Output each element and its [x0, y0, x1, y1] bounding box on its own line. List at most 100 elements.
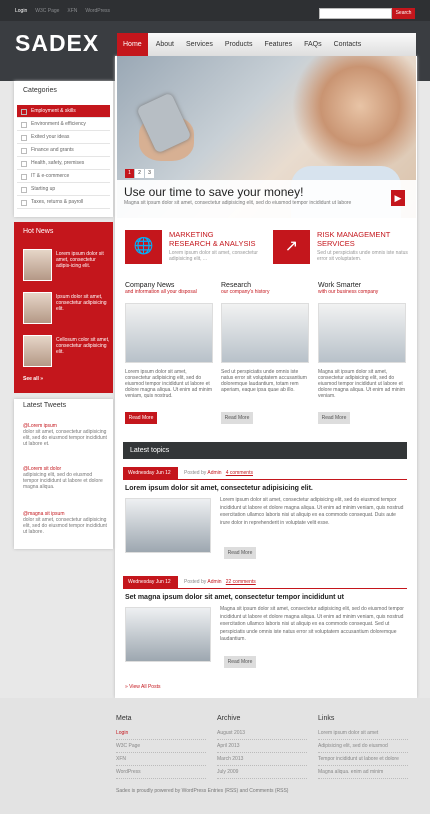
column-title[interactable]: Work Smarter [318, 282, 406, 289]
slider-page-3[interactable]: 3 [145, 169, 154, 178]
banner-marketing[interactable]: 🌐 MARKETING RESEARCH & ANALYSIS Lorem ip… [125, 230, 265, 264]
nav-about[interactable]: About [150, 41, 180, 48]
column-image[interactable] [125, 303, 213, 363]
category-item[interactable]: Environment & efficiency [17, 118, 110, 131]
post-meta: Posted by Admin 22 comments [184, 579, 256, 585]
hot-news-thumb[interactable] [23, 249, 52, 281]
top-link-wordpress[interactable]: WordPress [85, 8, 110, 14]
post-image[interactable] [125, 498, 211, 553]
chart-up-icon: ↗ [273, 230, 310, 264]
post-title[interactable]: Set magna ipsum dolor sit amet, consecte… [125, 594, 344, 601]
slider-next-arrow-icon[interactable]: ▶ [391, 190, 405, 206]
column-research: Research our company's history Sed ut pe… [221, 282, 309, 424]
hot-news-text[interactable]: Ipsum dolor sit amet, consectetur adipis… [56, 294, 111, 312]
footer-link[interactable]: Login [116, 727, 206, 740]
category-item[interactable]: Employment & skills [17, 105, 110, 118]
top-link-w3c[interactable]: W3C Page [35, 8, 59, 14]
read-more-button[interactable]: Read More [224, 547, 256, 559]
hot-news-thumb[interactable] [23, 335, 52, 367]
footer-links-title: Links [318, 715, 335, 722]
globe-icon: 🌐 [125, 230, 162, 264]
footer-link[interactable]: August 2013 [217, 727, 307, 740]
logo[interactable]: SADEX [15, 30, 99, 57]
column-text: Magna sit ipsum dolor sit amet, consecte… [318, 369, 405, 399]
column-image[interactable] [318, 303, 406, 363]
banner-risk[interactable]: ↗ RISK MANAGEMENT SERVICES Sed ut perspi… [273, 230, 413, 264]
read-more-button[interactable]: Read More [125, 412, 157, 424]
top-links: Login W3C Page XFN WordPress [15, 8, 110, 14]
view-all-posts-link[interactable]: » View All Posts [125, 684, 160, 690]
column-text: Lorem ipsum dolor sit amet, consectetur … [125, 369, 212, 399]
banner-title[interactable]: MARKETING RESEARCH & ANALYSIS [169, 230, 256, 248]
footer-link[interactable]: XFN [116, 753, 206, 766]
column-image[interactable] [221, 303, 309, 363]
category-item[interactable]: Health, safety, premises [17, 157, 110, 170]
tweet-item: @Lorem ipsum dolor sit amet, consectetur… [23, 423, 109, 447]
search-button[interactable]: Search [392, 8, 415, 19]
tweet-text: adipisicing elit, sed do eiusmod tempor … [23, 472, 103, 490]
hot-news-text[interactable]: Cellosum color sit amet, consectetur adi… [56, 337, 111, 355]
column-title[interactable]: Company News [125, 282, 213, 289]
top-link-xfn[interactable]: XFN [67, 8, 77, 14]
top-link-login[interactable]: Login [15, 8, 27, 14]
slider-page-1[interactable]: 1 [125, 169, 134, 178]
post-meta: Posted by Admin 4 comments [184, 470, 253, 476]
category-item[interactable]: Taxes, returns & payroll [17, 196, 110, 209]
post-author[interactable]: Admin [207, 470, 221, 476]
footer-link[interactable]: April 2013 [217, 740, 307, 753]
read-more-button[interactable]: Read More [318, 412, 350, 424]
column-text: Sed ut perspiciatis unde omnis iste natu… [221, 369, 307, 393]
footer-meta-title: Meta [116, 715, 132, 722]
hot-news-title: Hot News [23, 228, 54, 235]
read-more-button[interactable]: Read More [224, 656, 256, 668]
post-image[interactable] [125, 607, 211, 662]
hot-news-item[interactable]: Ipsum dolor sit amet, consectetur adipis… [23, 292, 111, 324]
footer-archive: Archive August 2013 April 2013 March 201… [217, 715, 307, 779]
column-title[interactable]: Research [221, 282, 309, 289]
banner-text: Lorem ipsum dolor sit amet, consectetur … [169, 250, 258, 262]
category-item[interactable]: Finance and grants [17, 144, 110, 157]
hot-news-see-all-link[interactable]: See all » [23, 376, 43, 382]
tweet-text: dolor sit amet, consectetur adipisicing … [23, 429, 107, 447]
footer-link[interactable]: WordPress [116, 766, 206, 779]
footer-link[interactable]: W3C Page [116, 740, 206, 753]
latest-topics-header: Latest topics [123, 442, 407, 459]
post-title[interactable]: Lorem ipsum dolor sit amet, consectetur … [125, 485, 313, 492]
hot-news-thumb[interactable] [23, 292, 52, 324]
column-work-smarter: Work Smarter with our business company M… [318, 282, 406, 424]
hot-news-box: Hot News Lorem ipsum dolor sit amet, con… [14, 222, 113, 393]
nav-faqs[interactable]: FAQs [298, 41, 328, 48]
slider-pagination: 1 2 3 [125, 169, 155, 178]
hot-news-text[interactable]: Lorem ipsum dolor sit amet, consectetur … [56, 251, 111, 269]
slider-page-2[interactable]: 2 [135, 169, 144, 178]
hot-news-item[interactable]: Lorem ipsum dolor sit amet, consectetur … [23, 249, 111, 281]
post-posted-by: Posted by [184, 470, 207, 476]
footer-link[interactable]: Adipisicing elit, sed do eiusmod [318, 740, 408, 753]
nav-services[interactable]: Services [180, 41, 219, 48]
category-item[interactable]: IT & e-commerce [17, 170, 110, 183]
column-subtitle: our company's history [221, 289, 270, 295]
post-author[interactable]: Admin [207, 579, 221, 585]
hot-news-item[interactable]: Cellosum color sit amet, consectetur adi… [23, 335, 111, 367]
footer-link[interactable]: Tempor incididunt ut labore et dolore [318, 753, 408, 766]
footer-link[interactable]: Lorem ipsum dolor sit amet [318, 727, 408, 740]
footer-link[interactable]: March 2013 [217, 753, 307, 766]
category-item[interactable]: Exited your ideas [17, 131, 110, 144]
footer-link[interactable]: July 2009 [217, 766, 307, 779]
tweet-item: @magna sit ipsum dolor sit amet, consect… [23, 511, 109, 535]
latest-tweets-title: Latest Tweets [23, 402, 67, 409]
post-comments-link[interactable]: 22 comments [226, 579, 256, 585]
category-item[interactable]: Starting up [17, 183, 110, 196]
read-more-button[interactable]: Read More [221, 412, 253, 424]
banner-text: Sed ut perspiciatis unde omnis iste natu… [317, 250, 408, 262]
post-comments-link[interactable]: 4 comments [226, 470, 253, 476]
footer-link[interactable]: Magna aliqua. enim ad minim [318, 766, 408, 779]
footer-archive-title: Archive [217, 715, 241, 722]
nav-products[interactable]: Products [219, 41, 259, 48]
banner-title[interactable]: RISK MANAGEMENT SERVICES [317, 230, 390, 248]
service-banners: 🌐 MARKETING RESEARCH & ANALYSIS Lorem ip… [125, 230, 408, 264]
nav-home[interactable]: Home [117, 33, 148, 56]
search-input[interactable] [319, 8, 392, 19]
nav-contacts[interactable]: Contacts [328, 41, 368, 48]
nav-features[interactable]: Features [258, 41, 298, 48]
